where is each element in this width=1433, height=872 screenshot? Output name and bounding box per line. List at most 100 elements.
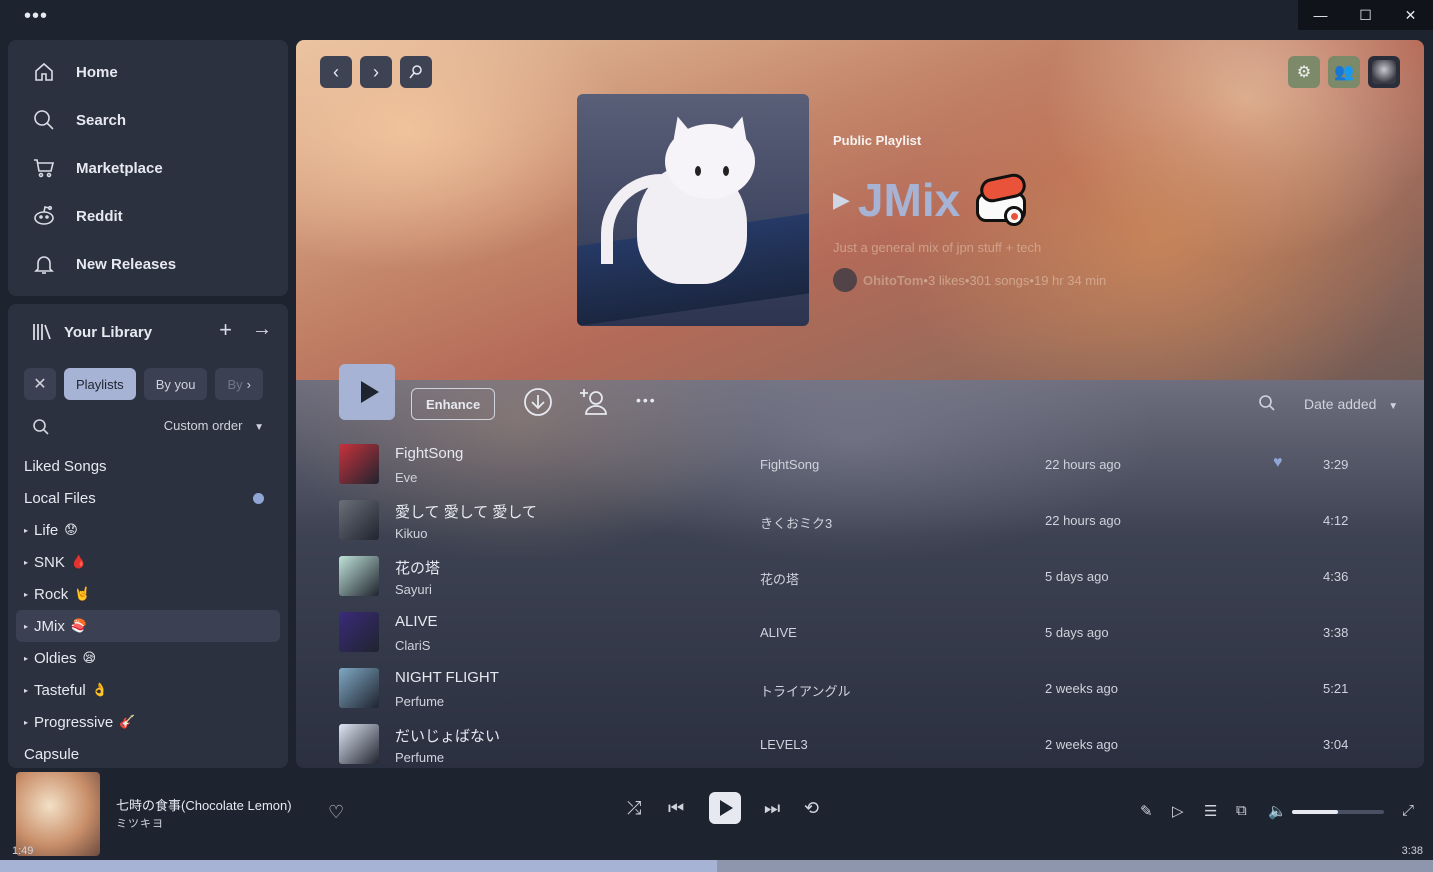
track-title[interactable]: 花の塔 — [395, 557, 440, 578]
library-item[interactable]: Capsule — [16, 738, 280, 768]
expand-triangle-icon[interactable]: ▸ — [24, 558, 28, 567]
nav-item-search[interactable]: Search — [8, 96, 288, 144]
chip-by-more[interactable]: By › — [215, 368, 263, 400]
back-button[interactable]: ‹ — [320, 56, 352, 88]
track-title[interactable]: ALIVE — [395, 613, 438, 630]
track-artist[interactable]: Perfume — [395, 750, 444, 765]
owner-avatar[interactable] — [833, 268, 857, 292]
library-item[interactable]: ▸ Oldies 😪 — [16, 642, 280, 674]
friends-button[interactable]: 👥 — [1328, 56, 1360, 88]
track-album[interactable]: きくおミク3 — [760, 513, 832, 532]
main-play-button[interactable] — [709, 792, 741, 824]
add-icon[interactable]: + — [219, 317, 232, 343]
track-artist[interactable]: ClariS — [395, 638, 430, 653]
lyrics-button[interactable]: ✎ — [1140, 802, 1153, 820]
library-title[interactable]: Your Library — [64, 324, 152, 341]
like-heart-icon[interactable]: ♡ — [328, 802, 344, 823]
expand-triangle-icon[interactable]: ▸ — [24, 718, 28, 727]
previous-button[interactable]: ⏮ — [668, 798, 684, 819]
queue-button[interactable]: ☰ — [1204, 802, 1217, 820]
play-button[interactable] — [339, 364, 395, 420]
liked-heart-icon[interactable]: ♥ — [1273, 454, 1283, 472]
now-playing-title[interactable]: 七時の食事(Chocolate Lemon) — [116, 795, 292, 814]
library-item[interactable]: Local Files — [16, 482, 280, 514]
nav-item-marketplace[interactable]: Marketplace — [8, 144, 288, 192]
track-title[interactable]: だいじょばない — [395, 725, 500, 746]
track-title[interactable]: 愛して 愛して 愛して — [395, 501, 537, 522]
track-row[interactable]: だいじょばない Perfume LEVEL3 2 weeks ago 3:04 — [339, 716, 1379, 768]
track-row[interactable]: FightSong Eve FightSong 22 hours ago ♥ 3:29 — [339, 436, 1379, 492]
add-collaborator-button[interactable] — [578, 386, 610, 424]
chip-playlists[interactable]: Playlists — [64, 368, 136, 400]
owner-name[interactable]: OhitoTom — [863, 273, 923, 288]
track-row[interactable]: ALIVE ClariS ALIVE 5 days ago 3:38 — [339, 604, 1379, 660]
expand-triangle-icon[interactable]: ▸ — [24, 654, 28, 663]
expand-triangle-icon[interactable]: ▸ — [24, 686, 28, 695]
search-icon[interactable] — [32, 418, 50, 436]
track-cover[interactable] — [339, 668, 379, 708]
chip-by-you[interactable]: By you — [143, 368, 208, 400]
nav-item-home[interactable]: Home — [8, 48, 288, 96]
expand-triangle-icon[interactable]: ▸ — [24, 590, 28, 599]
forward-button[interactable]: › — [360, 56, 392, 88]
nav-item-new-releases[interactable]: New Releases — [8, 240, 288, 288]
library-item[interactable]: ▸ Life 😟 — [16, 514, 280, 546]
track-row[interactable]: 愛して 愛して 愛して Kikuo きくおミク3 22 hours ago 4:12 — [339, 492, 1379, 548]
expand-arrow-icon[interactable]: → — [252, 318, 272, 341]
sort-dropdown[interactable]: Custom order ▼ — [164, 418, 264, 433]
play-triangle-icon[interactable]: ▶ — [833, 187, 850, 213]
track-artist[interactable]: Kikuo — [395, 526, 428, 541]
close-button[interactable]: ✕ — [1388, 0, 1433, 30]
track-artist[interactable]: Eve — [395, 470, 417, 485]
track-cover[interactable] — [339, 556, 379, 596]
track-title[interactable]: NIGHT FLIGHT — [395, 669, 499, 686]
track-search-icon[interactable] — [1258, 394, 1276, 412]
more-options-button[interactable]: ••• — [636, 392, 657, 408]
volume-slider[interactable] — [1292, 810, 1384, 814]
track-album[interactable]: トライアングル — [760, 681, 850, 700]
library-item[interactable]: ▸ SNK 🩸 — [16, 546, 280, 578]
track-album[interactable]: LEVEL3 — [760, 737, 808, 752]
library-item[interactable]: ▸ Progressive 🎸 — [16, 706, 280, 738]
menu-dots-icon[interactable]: ••• — [24, 6, 48, 26]
chevron-right-icon[interactable]: › — [247, 377, 251, 392]
track-cover[interactable] — [339, 444, 379, 484]
track-album[interactable]: FightSong — [760, 457, 819, 472]
download-button[interactable] — [522, 386, 554, 424]
minimize-button[interactable]: — — [1298, 0, 1343, 30]
track-cover[interactable] — [339, 500, 379, 540]
shuffle-button[interactable]: ⤮ — [627, 798, 641, 819]
nav-item-reddit[interactable]: Reddit — [8, 192, 288, 240]
now-playing-view-button[interactable]: ▷ — [1172, 802, 1184, 820]
library-icon[interactable] — [32, 322, 52, 342]
expand-triangle-icon[interactable]: ▸ — [24, 526, 28, 535]
now-playing-artist[interactable]: ミツキヨ — [116, 815, 164, 831]
library-item[interactable]: ▸ Rock 🤘 — [16, 578, 280, 610]
profile-avatar[interactable] — [1368, 56, 1400, 88]
next-button[interactable]: ⏭ — [764, 798, 780, 819]
track-album[interactable]: 花の塔 — [760, 569, 799, 588]
mute-button[interactable]: 🔈 — [1268, 802, 1287, 820]
repeat-button[interactable]: ⟲ — [804, 798, 819, 819]
track-title[interactable]: FightSong — [395, 445, 463, 462]
connect-device-button[interactable]: ⧉ — [1236, 802, 1247, 819]
track-row[interactable]: NIGHT FLIGHT Perfume トライアングル 2 weeks ago 5:2… — [339, 660, 1379, 716]
track-row[interactable]: 花の塔 Sayuri 花の塔 5 days ago 4:36 — [339, 548, 1379, 604]
track-album[interactable]: ALIVE — [760, 625, 797, 640]
track-artist[interactable]: Sayuri — [395, 582, 432, 597]
track-cover[interactable] — [339, 724, 379, 764]
clear-filter-button[interactable]: ✕ — [24, 368, 56, 400]
search-button[interactable] — [400, 56, 432, 88]
now-playing-cover[interactable] — [16, 772, 100, 856]
expand-triangle-icon[interactable]: ▸ — [24, 622, 28, 631]
library-item[interactable]: ▸ JMix 🍣 — [16, 610, 280, 642]
track-artist[interactable]: Perfume — [395, 694, 444, 709]
library-item[interactable]: Liked Songs — [16, 450, 280, 482]
enhance-button[interactable]: Enhance — [411, 388, 496, 420]
track-cover[interactable] — [339, 612, 379, 652]
maximize-button[interactable]: ☐ — [1343, 0, 1388, 30]
fullscreen-button[interactable]: ⤢ — [1402, 802, 1414, 819]
progress-bar[interactable] — [0, 860, 1433, 872]
library-item[interactable]: ▸ Tasteful 👌 — [16, 674, 280, 706]
playlist-cover[interactable] — [577, 94, 809, 326]
